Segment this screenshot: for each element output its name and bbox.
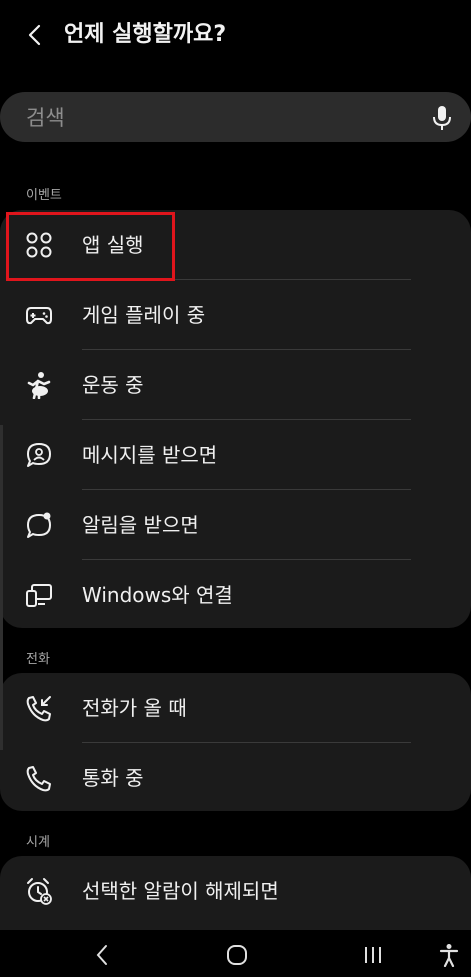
back-button[interactable] — [18, 18, 52, 52]
list-item-gaming[interactable]: 게임 플레이 중 — [0, 280, 471, 350]
list-item-incoming-call[interactable]: 전화가 올 때 — [0, 673, 471, 743]
list-item-message-received[interactable]: 메시지를 받으면 — [0, 420, 471, 490]
chevron-left-icon — [28, 24, 41, 46]
list-item-label: 게임 플레이 중 — [82, 303, 206, 327]
accessibility-button[interactable] — [432, 938, 466, 972]
list-item-exercising[interactable]: 운동 중 — [0, 350, 471, 420]
search-bar[interactable]: 검색 — [0, 92, 471, 142]
list-item-label: 알림을 받으면 — [82, 513, 199, 537]
nav-recents-button[interactable] — [356, 938, 390, 972]
list-item-notification-received[interactable]: 알림을 받으면 — [0, 490, 471, 560]
search-input[interactable]: 검색 — [26, 102, 471, 132]
list-item-windows-link[interactable]: Windows와 연결 — [0, 560, 471, 630]
list-item-label: 운동 중 — [82, 373, 144, 397]
alarm-off-icon — [25, 877, 53, 905]
nav-back-icon — [96, 945, 107, 965]
nav-home-button[interactable] — [220, 938, 254, 972]
phone-icon — [25, 764, 53, 792]
page-title: 언제 실행할까요? — [64, 22, 227, 47]
list-item-label: 전화가 올 때 — [82, 696, 187, 720]
list-item-label: Windows와 연결 — [82, 583, 233, 607]
gamepad-icon — [25, 301, 53, 329]
notification-bubble-icon — [25, 511, 53, 539]
accessibility-icon — [439, 944, 459, 967]
list-item-label: 메시지를 받으면 — [82, 443, 218, 467]
highlight-box — [6, 212, 175, 281]
section-label-clock: 시계 — [26, 835, 50, 850]
navigation-bar — [0, 930, 471, 977]
section-label-events: 이벤트 — [26, 188, 62, 203]
link-to-windows-icon — [25, 581, 53, 609]
microphone-icon[interactable] — [431, 105, 453, 131]
scrollbar[interactable] — [0, 425, 3, 750]
nav-recents-icon — [365, 947, 381, 963]
running-person-icon — [25, 371, 53, 399]
list-item-on-call[interactable]: 통화 중 — [0, 743, 471, 813]
list-item-label: 선택한 알람이 해제되면 — [82, 879, 279, 903]
list-item-label: 통화 중 — [82, 766, 144, 790]
nav-back-button[interactable] — [85, 938, 119, 972]
section-label-call: 전화 — [26, 652, 50, 667]
call-card: 전화가 올 때 통화 중 — [0, 673, 471, 811]
nav-home-icon — [227, 945, 247, 965]
message-person-icon — [25, 441, 53, 469]
list-item-alarm-dismissed[interactable]: 선택한 알람이 해제되면 — [0, 856, 471, 926]
incoming-call-icon — [25, 694, 53, 722]
header: 언제 실행할까요? — [0, 0, 471, 70]
